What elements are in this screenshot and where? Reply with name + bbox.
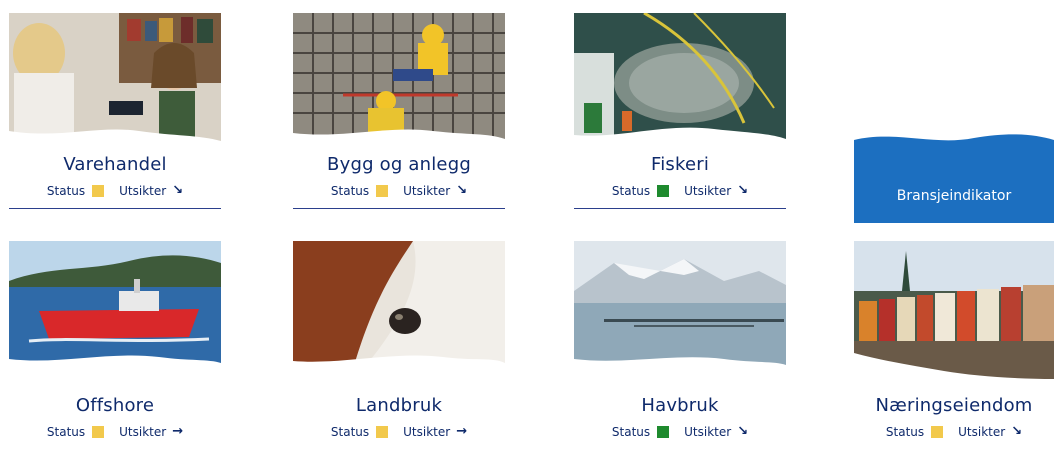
status-indicator [376,184,389,197]
outlook-link[interactable]: Utsikter ↘ [403,183,467,198]
havbruk-photo [574,241,786,369]
card-divider [9,208,221,209]
status-label: Status [885,424,925,439]
card-offshore[interactable]: Offshore Status Utsikter → [9,241,221,439]
arrow-right-icon: → [456,424,468,439]
card-fiskeri[interactable]: Fiskeri Status Utsikter ↘ [574,13,786,209]
card-title: Landbruk [355,395,443,416]
fiskeri-photo [574,13,786,141]
card-varehandel[interactable]: Varehandel Status Utsikter ↘ [9,13,221,209]
outlook-link[interactable]: Utsikter ↘ [958,424,1022,439]
status-row: Status Utsikter ↘ [9,183,221,198]
card-title: Offshore [75,395,155,416]
outlook-link[interactable]: Utsikter ↘ [119,183,183,198]
status-row: Status Utsikter → [293,424,505,439]
status-label: Status [46,424,86,439]
outlook-label: Utsikter [684,183,732,198]
bransjeindikator-label: Bransjeindikator [896,188,1012,204]
card-title: Næringseiendom [875,395,1033,416]
status-label: Status [611,183,651,198]
arrow-down-right-icon: ↘ [456,183,468,198]
card-title: Havbruk [641,395,719,416]
outlook-link[interactable]: Utsikter ↘ [684,183,748,198]
arrow-right-icon: → [172,424,184,439]
card-title: Varehandel [63,154,167,175]
wave-banner-shape [854,134,1054,223]
arrow-down-right-icon: ↘ [1011,424,1023,439]
card-title: Fiskeri [650,154,710,175]
outlook-label: Utsikter [403,183,451,198]
outlook-label: Utsikter [403,424,451,439]
arrow-down-right-icon: ↘ [737,183,749,198]
bransjeindikator-banner[interactable]: Bransjeindikator [854,130,1054,223]
outlook-label: Utsikter [684,424,732,439]
status-indicator [657,425,670,438]
bygg-og-anlegg-photo [293,13,505,141]
status-indicator [931,425,944,438]
card-title: Bygg og anlegg [327,154,471,175]
status-label: Status [46,183,86,198]
status-row: Status Utsikter ↘ [293,183,505,198]
status-indicator [376,425,389,438]
varehandel-photo [9,13,221,141]
outlook-link[interactable]: Utsikter ↘ [684,424,748,439]
naeringseiendom-photo [854,241,1054,384]
status-row: Status Utsikter → [9,424,221,439]
outlook-label: Utsikter [958,424,1006,439]
landbruk-photo [293,241,505,369]
card-divider [293,208,505,209]
status-indicator [657,184,670,197]
card-naeringseiendom[interactable]: Næringseiendom Status Utsikter ↘ [854,241,1054,439]
card-havbruk[interactable]: Havbruk Status Utsikter ↘ [574,241,786,439]
card-divider [574,208,786,209]
status-row: Status Utsikter ↘ [854,424,1054,439]
outlook-label: Utsikter [119,424,167,439]
status-label: Status [611,424,651,439]
status-indicator [92,184,105,197]
status-label: Status [330,183,370,198]
status-row: Status Utsikter ↘ [574,424,786,439]
outlook-link[interactable]: Utsikter → [119,424,183,439]
status-row: Status Utsikter ↘ [574,183,786,198]
card-landbruk[interactable]: Landbruk Status Utsikter → [293,241,505,439]
status-label: Status [330,424,370,439]
offshore-photo [9,241,221,369]
card-bygg-og-anlegg[interactable]: Bygg og anlegg Status Utsikter ↘ [293,13,505,209]
outlook-label: Utsikter [119,183,167,198]
arrow-down-right-icon: ↘ [737,424,749,439]
outlook-link[interactable]: Utsikter → [403,424,467,439]
arrow-down-right-icon: ↘ [172,183,184,198]
status-indicator [92,425,105,438]
